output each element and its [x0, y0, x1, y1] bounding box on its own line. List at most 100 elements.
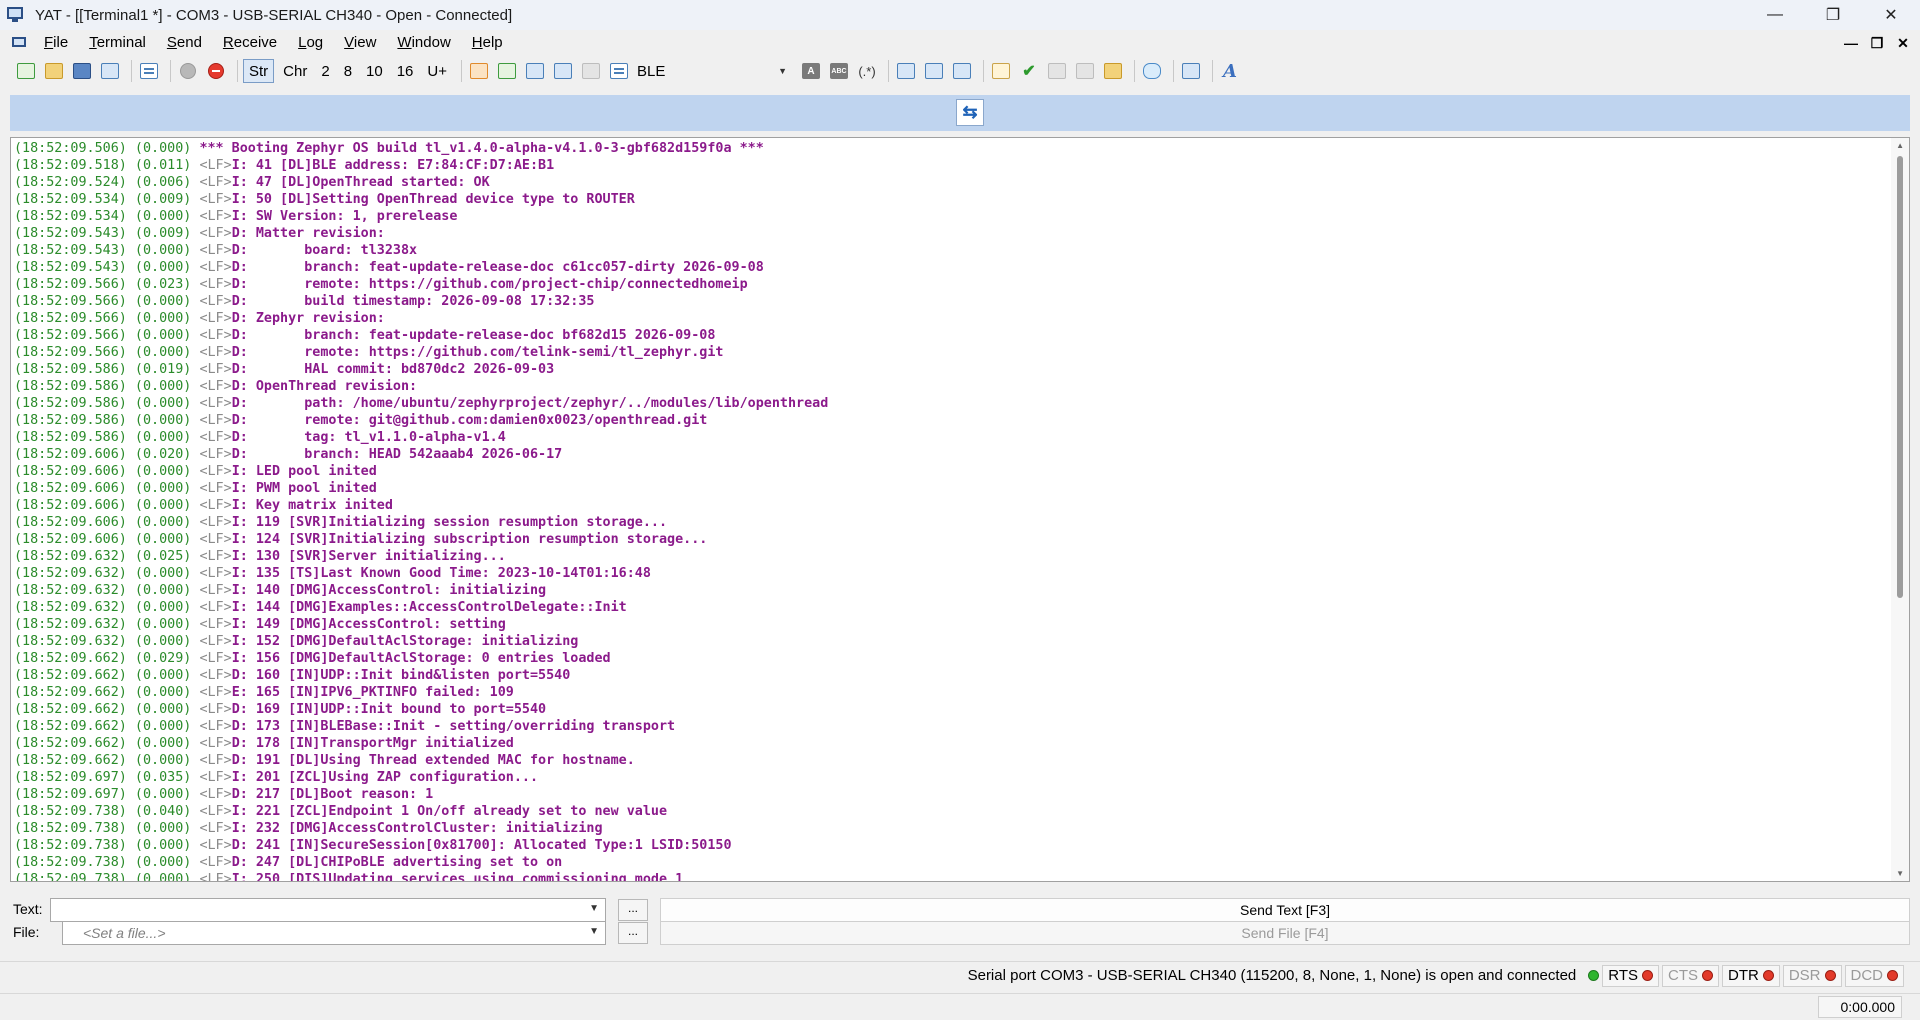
radix-oct-button[interactable]: 8 — [339, 59, 357, 83]
line-message: I: 124 [SVR]Initializing subscription re… — [231, 532, 708, 547]
find-next-button[interactable] — [922, 59, 946, 83]
menu-log[interactable]: Log — [288, 30, 334, 56]
line-timestamp: (18:52:09.662) (0.000) — [14, 753, 200, 768]
log-clear-button[interactable] — [1073, 59, 1097, 83]
find-whole-word-button[interactable]: ABC — [827, 59, 851, 83]
radix-string-button[interactable]: Str — [243, 59, 275, 83]
save-button[interactable] — [70, 59, 94, 83]
radix-char-button[interactable]: Chr — [278, 59, 312, 83]
send-text-input[interactable]: ▼ — [50, 898, 606, 922]
open-file-button[interactable] — [42, 59, 66, 83]
line-control-char: <LF> — [199, 651, 232, 666]
scrollbar-thumb[interactable] — [1897, 156, 1903, 598]
minimize-button[interactable]: — — [1746, 0, 1804, 30]
rts-indicator[interactable]: RTS — [1602, 964, 1659, 987]
menu-file[interactable]: File — [34, 30, 79, 56]
print-button[interactable] — [579, 59, 603, 83]
find-all-button[interactable] — [950, 59, 974, 83]
line-control-char: <LF> — [199, 243, 232, 258]
line-timestamp: (18:52:09.543) (0.000) — [14, 260, 200, 275]
mdi-minimize-button[interactable]: — — [1838, 35, 1864, 51]
mdi-restore-button[interactable]: ❐ — [1864, 35, 1890, 52]
menu-window[interactable]: Window — [387, 30, 461, 56]
menu-receive[interactable]: Receive — [213, 30, 288, 56]
scroll-up-icon[interactable]: ▲ — [1896, 141, 1904, 150]
line-message: D: tag: tl_v1.1.0-alpha-v1.4 — [231, 430, 506, 445]
log-off-button[interactable] — [1045, 59, 1069, 83]
line-timestamp: (18:52:09.738) (0.000) — [14, 821, 200, 836]
swap-view-button[interactable]: ⇆ — [956, 99, 984, 126]
maximize-button[interactable]: ❐ — [1804, 0, 1862, 30]
chevron-down-icon[interactable]: ▼ — [589, 926, 599, 937]
terminal-document-icon[interactable] — [12, 36, 26, 50]
scroll-down-icon[interactable]: ▼ — [1896, 869, 1904, 878]
format-font-button[interactable]: A — [1218, 59, 1242, 83]
mdi-close-button[interactable]: ✕ — [1890, 35, 1916, 52]
menu-terminal-label: erminal — [96, 34, 146, 51]
save-to-file-button[interactable] — [551, 59, 575, 83]
log-on-button[interactable]: ✔ — [1017, 59, 1041, 83]
radix-unicode-button[interactable]: U+ — [422, 59, 452, 83]
regex-icon: (.*) — [858, 63, 876, 79]
auto-response-button[interactable] — [1140, 59, 1164, 83]
auto-action-button[interactable] — [1179, 59, 1203, 83]
terminal-line: (18:52:09.738) (0.000) <LF>I: 232 [DMG]A… — [14, 820, 1887, 837]
line-control-char: <LF> — [199, 770, 232, 785]
menu-view[interactable]: View — [334, 30, 387, 56]
dtr-indicator[interactable]: DTR — [1722, 964, 1780, 987]
find-case-button[interactable]: A — [799, 59, 823, 83]
preset-button[interactable] — [607, 59, 631, 83]
terminal-line: (18:52:09.566) (0.000) <LF>D: Zephyr rev… — [14, 310, 1887, 327]
menu-window-label: indow — [411, 34, 451, 51]
line-timestamp: (18:52:09.738) (0.000) — [14, 855, 200, 870]
terminal-settings-button[interactable] — [137, 59, 161, 83]
terminal-monitor[interactable]: (18:52:09.506) (0.000) *** Booting Zephy… — [10, 137, 1910, 882]
line-control-char: <LF> — [199, 719, 232, 734]
line-control-char: <LF> — [199, 192, 232, 207]
preset-select[interactable]: BLE ▼ — [635, 60, 791, 82]
send-text-browse-button[interactable]: ... — [618, 899, 648, 921]
chevron-down-icon[interactable]: ▼ — [589, 903, 599, 914]
menu-send[interactable]: Send — [157, 30, 213, 56]
line-message: D: Matter revision: — [231, 226, 385, 241]
radix-dec-button[interactable]: 10 — [361, 59, 388, 83]
line-message: D: 247 [DL]CHIPoBLE advertising set to o… — [231, 855, 563, 870]
line-timestamp: (18:52:09.518) (0.011) — [14, 158, 200, 173]
send-file-button[interactable]: Send File [F4] — [660, 921, 1910, 945]
line-message: D: 178 [IN]TransportMgr initialized — [231, 736, 514, 751]
menu-terminal[interactable]: Terminal — [79, 30, 157, 56]
printer-icon — [582, 63, 600, 79]
send-text-button[interactable]: Send Text [F3] — [660, 898, 1910, 922]
radix-bin-button[interactable]: 2 — [316, 59, 334, 83]
log-open-folder-button[interactable] — [1101, 59, 1125, 83]
send-file-browse-button[interactable]: ... — [618, 922, 648, 944]
refresh-icon — [498, 63, 516, 79]
find-regex-button[interactable]: (.*) — [855, 59, 879, 83]
vertical-scrollbar[interactable]: ▲ ▼ — [1891, 138, 1909, 881]
line-control-char: <LF> — [199, 294, 232, 309]
close-button[interactable]: ✕ — [1862, 0, 1920, 30]
open-terminal-button[interactable] — [176, 59, 200, 83]
terminal-line: (18:52:09.662) (0.000) <LF>D: 178 [IN]Tr… — [14, 735, 1887, 752]
toolbar-separator — [1212, 60, 1213, 82]
log-settings-button[interactable] — [989, 59, 1013, 83]
find-previous-button[interactable] — [894, 59, 918, 83]
save-all-button[interactable] — [98, 59, 122, 83]
save-all-icon — [101, 63, 119, 79]
line-timestamp: (18:52:09.632) (0.025) — [14, 549, 200, 564]
toolbar-separator — [170, 60, 171, 82]
terminal-line: (18:52:09.632) (0.000) <LF>I: 135 [TS]La… — [14, 565, 1887, 582]
copy-button[interactable] — [523, 59, 547, 83]
menu-help[interactable]: Help — [462, 30, 514, 56]
connection-status-text: Serial port COM3 - USB-SERIAL CH340 (115… — [967, 967, 1577, 984]
refresh-button[interactable] — [495, 59, 519, 83]
send-file-select[interactable]: <Set a file...> ▼ — [62, 921, 606, 945]
radix-hex-button[interactable]: 16 — [392, 59, 419, 83]
line-timestamp: (18:52:09.632) (0.000) — [14, 583, 200, 598]
new-terminal-button[interactable] — [14, 59, 38, 83]
line-timestamp: (18:52:09.738) (0.040) — [14, 804, 200, 819]
format-settings-button[interactable] — [467, 59, 491, 83]
close-terminal-button[interactable] — [204, 59, 228, 83]
toolbar-separator — [461, 60, 462, 82]
line-timestamp: (18:52:09.662) (0.029) — [14, 651, 200, 666]
